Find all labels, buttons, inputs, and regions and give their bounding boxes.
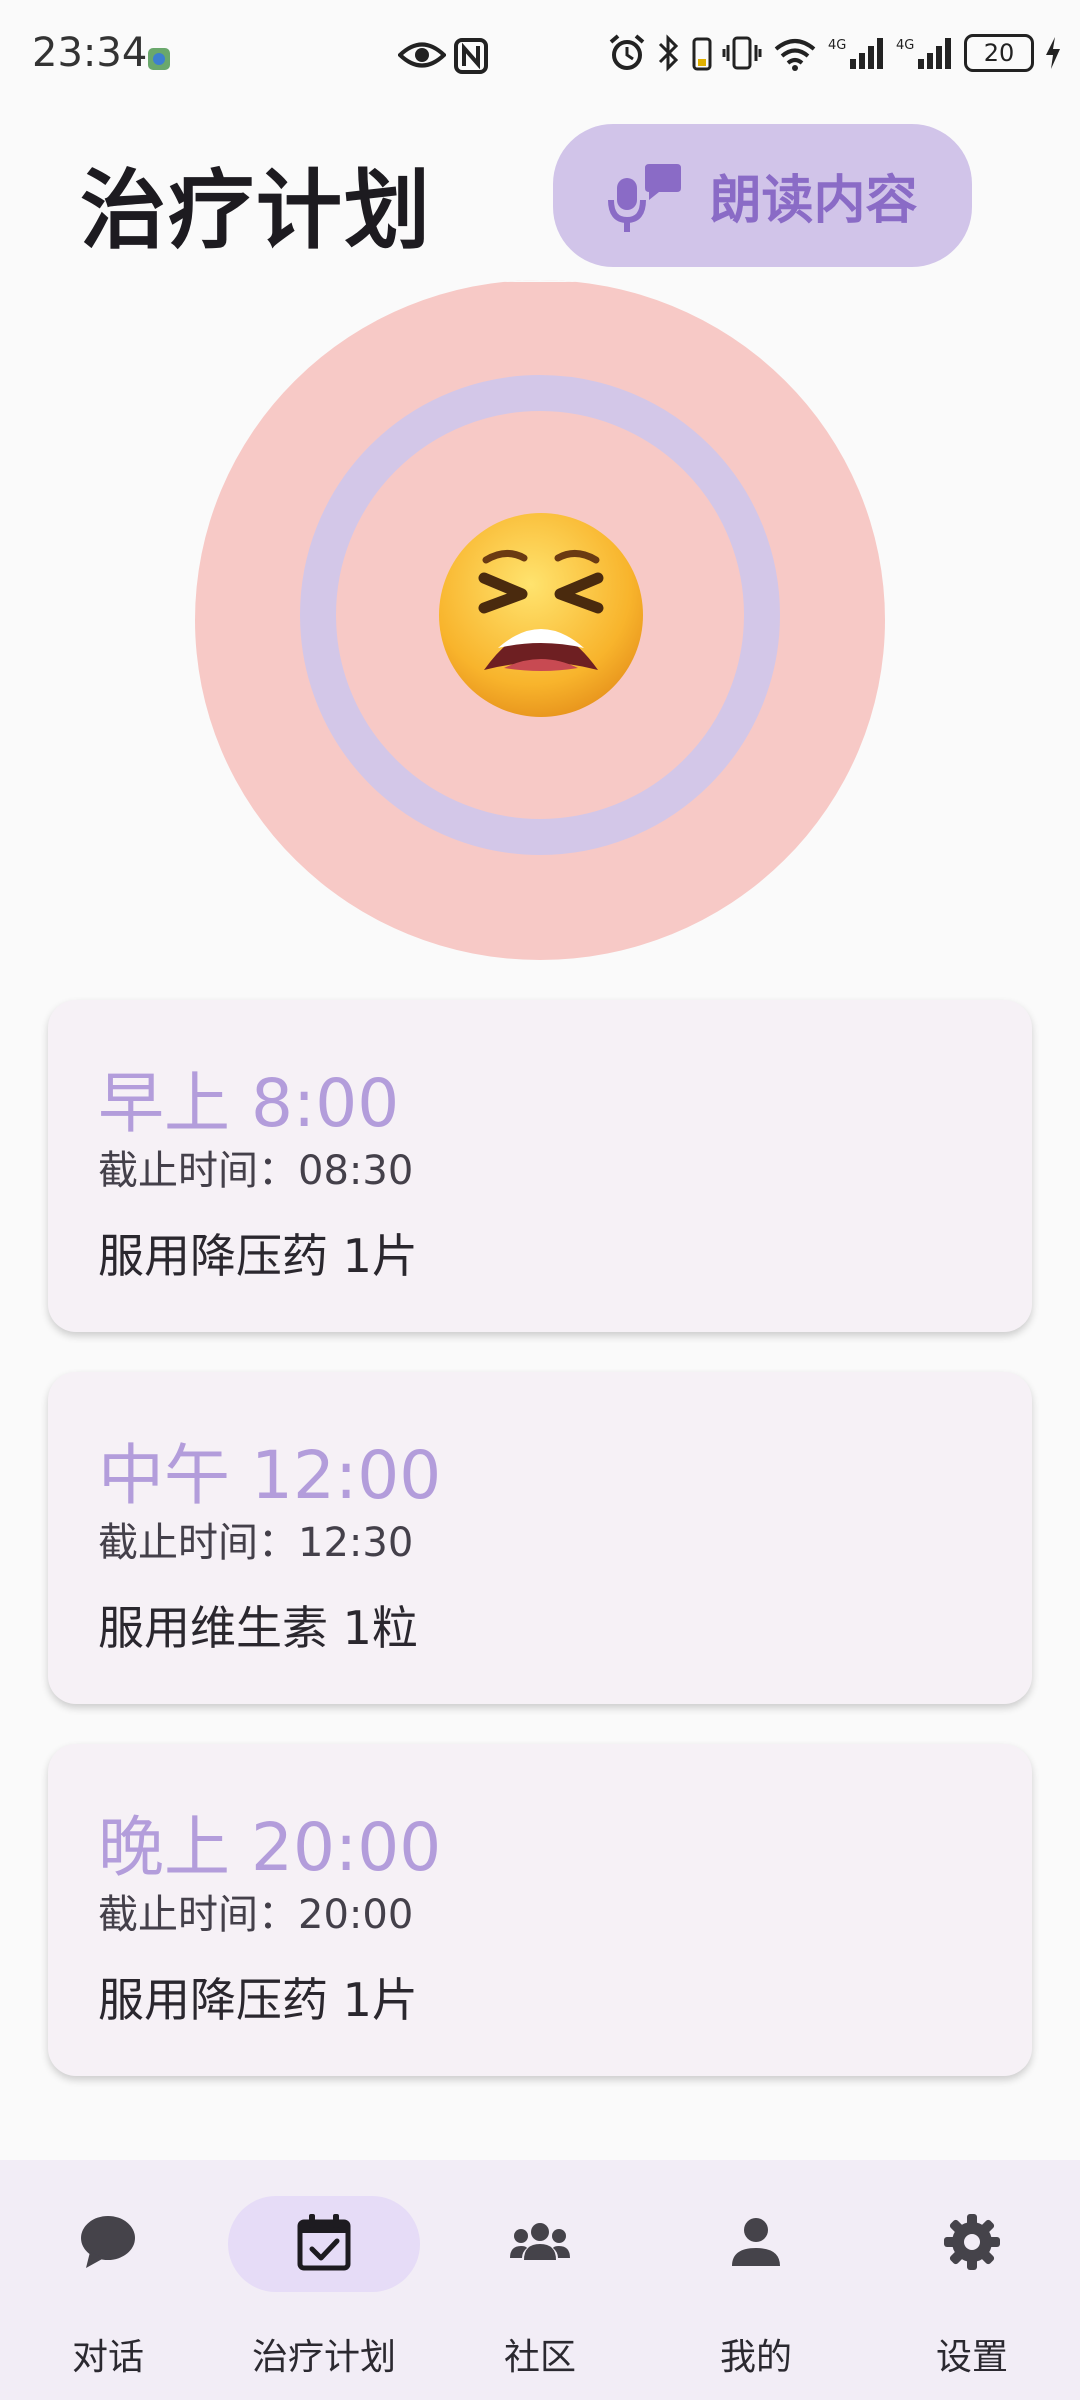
nav-label: 社区 xyxy=(503,2337,576,2378)
bottom-navigation: 对话 治疗计划 社区 我的 设置 xyxy=(0,2160,1080,2400)
signal-4g-icon: 4G xyxy=(828,38,883,69)
plan-time: 中午 12:00 xyxy=(98,1437,442,1514)
plan-card[interactable]: 早上 8:00 截止时间：08:30 服用降压药 1片 xyxy=(48,1000,1032,1332)
chat-bubble-icon xyxy=(81,2216,135,2268)
gear-icon xyxy=(944,2214,1000,2270)
battery-saver-icon xyxy=(692,37,712,71)
read-aloud-label: 朗读内容 xyxy=(709,171,918,231)
nav-label: 对话 xyxy=(71,2337,144,2378)
signal-4g-icon: 4G xyxy=(896,38,951,69)
alarm-icon xyxy=(609,34,645,70)
nav-item-profile[interactable]: 我的 xyxy=(648,2160,864,2400)
mic-speech-icon xyxy=(608,163,682,232)
nav-item-settings[interactable]: 设置 xyxy=(864,2160,1080,2400)
nfc-icon xyxy=(454,38,488,74)
nav-item-community[interactable]: 社区 xyxy=(432,2160,648,2400)
plan-time: 早上 8:00 xyxy=(98,1065,400,1142)
app-notification-icon xyxy=(148,48,170,70)
battery-indicator: 20 xyxy=(964,34,1034,72)
plan-deadline: 截止时间：20:00 xyxy=(98,1892,414,1938)
charging-icon xyxy=(1046,37,1060,69)
plan-card[interactable]: 晚上 20:00 截止时间：20:00 服用降压药 1片 xyxy=(48,1744,1032,2076)
plan-deadline: 截止时间：08:30 xyxy=(98,1148,414,1194)
plan-task: 服用维生素 1粒 xyxy=(98,1601,418,1655)
svg-text:4G: 4G xyxy=(896,38,914,53)
nav-item-treatment-plan[interactable]: 治疗计划 xyxy=(216,2160,432,2400)
eye-icon xyxy=(398,42,446,68)
plan-deadline: 截止时间：12:30 xyxy=(98,1520,414,1566)
nav-label: 我的 xyxy=(719,2337,792,2378)
wifi-icon xyxy=(774,39,816,71)
status-time: 23:34 xyxy=(32,30,148,76)
plan-time: 晚上 20:00 xyxy=(98,1809,442,1886)
plan-card[interactable]: 中午 12:00 截止时间：12:30 服用维生素 1粒 xyxy=(48,1372,1032,1704)
svg-text:4G: 4G xyxy=(828,38,846,53)
page-title: 治疗计划 xyxy=(80,161,432,261)
status-bar: 23:34 4G 4G 20 xyxy=(0,0,1080,110)
nav-label: 治疗计划 xyxy=(251,2337,396,2378)
tired-face-emoji-icon xyxy=(439,513,643,717)
calendar-check-icon xyxy=(297,2214,351,2271)
nav-label: 设置 xyxy=(935,2337,1008,2378)
person-icon xyxy=(732,2218,780,2266)
nav-item-chat[interactable]: 对话 xyxy=(0,2160,216,2400)
vibrate-icon xyxy=(722,36,762,70)
read-aloud-button[interactable]: 朗读内容 xyxy=(553,124,972,267)
group-icon xyxy=(510,2223,570,2260)
plan-task: 服用降压药 1片 xyxy=(98,1229,418,1283)
bluetooth-icon xyxy=(658,34,679,72)
plan-task: 服用降压药 1片 xyxy=(98,1973,418,2027)
